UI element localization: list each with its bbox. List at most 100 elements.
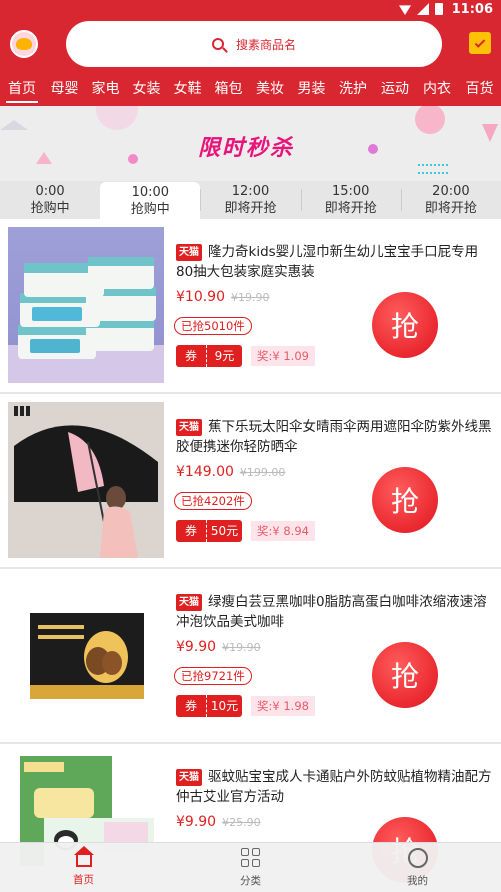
timeslot-status: 即将开抢: [324, 201, 377, 216]
grab-button[interactable]: 抢: [372, 292, 438, 358]
category-tab-general[interactable]: 百货: [458, 70, 501, 106]
signal-icon: [417, 3, 429, 15]
category-tab-underwear[interactable]: 内衣: [416, 70, 458, 106]
decor-dot: [368, 144, 378, 154]
status-bar: 11:06: [0, 0, 501, 20]
product-title: 绿瘦白芸豆黑咖啡0脂肪高蛋白咖啡浓缩液速溶冲泡饮品美式咖啡: [176, 594, 487, 630]
product-card[interactable]: 天猫 蕉下乐玩太阳伞女晴雨伞两用遮阳伞防紫外线黑胶便携迷你轻防晒伞 ¥149.0…: [0, 394, 501, 567]
wifi-icon: [399, 5, 411, 15]
timeslot-time: 15:00: [331, 184, 370, 199]
timeslot-bar: 0:00 抢购中 10:00 抢购中 12:00 即将开抢 15:00 即将开抢…: [0, 181, 501, 219]
sold-count-badge: 已抢5010件: [174, 317, 252, 335]
status-time: 11:06: [451, 2, 493, 17]
product-image[interactable]: [8, 402, 164, 558]
coupon-value: 50元: [206, 520, 242, 542]
tab-label: 分类: [240, 874, 261, 887]
category-tab-womenswear[interactable]: 女装: [126, 70, 167, 106]
product-image[interactable]: [8, 577, 164, 733]
timeslot-time: 0:00: [35, 184, 65, 199]
search-placeholder: 搜素商品名: [235, 37, 296, 52]
timeslot-status: 即将开抢: [424, 201, 477, 216]
category-tab-wash[interactable]: 洗护: [332, 70, 374, 106]
product-card[interactable]: 天猫 绿瘦白芸豆黑咖啡0脂肪高蛋白咖啡浓缩液速溶冲泡饮品美式咖啡 ¥9.90 ¥…: [0, 569, 501, 742]
checkin-calendar-icon[interactable]: [469, 32, 491, 54]
product-price: ¥9.90: [176, 814, 217, 830]
tab-label: 首页: [73, 873, 94, 886]
coupon-tag: 券 50元: [176, 520, 242, 542]
product-title: 隆力奇kids婴儿湿巾新生幼儿宝宝手口屁专用80抽大包装家庭实惠装: [176, 244, 479, 280]
category-nav: 首页 母婴 家电 女装 女鞋 箱包 美妆 男装 洗护 运动 内衣 百货: [0, 70, 501, 106]
coupon-value: 10元: [206, 695, 242, 717]
timeslot-2000[interactable]: 20:00 即将开抢: [400, 181, 501, 219]
decor-circle: [415, 106, 445, 134]
product-title: 驱蚊贴宝宝成人卡通贴户外防蚊贴植物精油配方仲古艾业官方活动: [176, 769, 492, 805]
category-tab-beauty[interactable]: 美妆: [249, 70, 291, 106]
reward-tag: 奖:¥ 8.94: [251, 521, 315, 541]
timeslot-status: 即将开抢: [224, 201, 277, 216]
decor-triangle: [36, 152, 52, 164]
coupon-tag: 券 10元: [176, 695, 242, 717]
tab-mine[interactable]: 我的: [334, 843, 501, 892]
product-price: ¥149.00: [176, 464, 234, 480]
price-row: ¥10.90 ¥19.90: [176, 289, 270, 305]
timeslot-0000[interactable]: 0:00 抢购中: [0, 181, 100, 219]
profile-icon: [407, 847, 428, 868]
category-tab-sports[interactable]: 运动: [374, 70, 416, 106]
sold-count-badge: 已抢4202件: [174, 492, 252, 510]
category-tab-maternal[interactable]: 母婴: [44, 70, 85, 106]
timeslot-time: 12:00: [231, 184, 270, 199]
price-row: ¥9.90 ¥19.90: [176, 639, 261, 655]
price-row: ¥149.00 ¥199.00: [176, 464, 285, 480]
product-price: ¥10.90: [176, 289, 225, 305]
category-tab-appliance[interactable]: 家电: [85, 70, 126, 106]
timeslot-1500[interactable]: 15:00 即将开抢: [300, 181, 401, 219]
decor-circle: [96, 106, 138, 130]
original-price: ¥25.90: [222, 816, 261, 829]
bottom-tab-bar: 首页 分类 我的: [0, 842, 501, 892]
tab-category[interactable]: 分类: [167, 843, 334, 892]
timeslot-status: 抢购中: [30, 201, 70, 216]
search-bar[interactable]: 搜素商品名: [66, 21, 442, 67]
grab-button[interactable]: 抢: [372, 467, 438, 533]
timeslot-time: 20:00: [432, 184, 470, 199]
coupon-label: 券: [176, 695, 206, 717]
product-price: ¥9.90: [176, 639, 217, 655]
category-tab-bags[interactable]: 箱包: [208, 70, 249, 106]
home-icon: [73, 845, 94, 867]
category-tab-home[interactable]: 首页: [0, 70, 44, 106]
decor-wave: [418, 164, 448, 174]
coupon-tag: 券 9元: [176, 345, 242, 367]
timeslot-1000[interactable]: 10:00 抢购中: [100, 182, 201, 219]
original-price: ¥19.90: [222, 641, 261, 654]
decor-triangle: [0, 120, 28, 130]
sold-count-badge: 已抢9721件: [174, 667, 252, 685]
timeslot-time: 10:00: [131, 184, 170, 200]
product-image[interactable]: [8, 227, 164, 383]
flash-sale-title: 限时秒杀: [198, 136, 295, 161]
header: 搜素商品名: [0, 20, 501, 70]
decor-dot: [128, 154, 138, 164]
app-logo-icon[interactable]: [10, 30, 38, 58]
tab-home[interactable]: 首页: [0, 843, 167, 892]
flash-sale-banner: 限时秒杀: [0, 106, 501, 181]
battery-icon: [435, 3, 443, 15]
grid-icon: [240, 847, 261, 868]
category-tab-menswear[interactable]: 男装: [291, 70, 332, 106]
original-price: ¥19.90: [231, 291, 270, 304]
original-price: ¥199.00: [239, 466, 286, 479]
coupon-label: 券: [176, 520, 206, 542]
price-row: ¥9.90 ¥25.90: [176, 814, 261, 830]
tab-label: 我的: [407, 874, 428, 887]
product-title: 蕉下乐玩太阳伞女晴雨伞两用遮阳伞防紫外线黑胶便携迷你轻防晒伞: [176, 419, 492, 455]
grab-button[interactable]: 抢: [372, 642, 438, 708]
coupon-value: 9元: [206, 345, 242, 367]
product-card[interactable]: 天猫 隆力奇kids婴儿湿巾新生幼儿宝宝手口屁专用80抽大包装家庭实惠装 ¥10…: [0, 219, 501, 392]
reward-tag: 奖:¥ 1.98: [251, 696, 315, 716]
category-tab-womenshoes[interactable]: 女鞋: [167, 70, 208, 106]
decor-triangle: [482, 124, 498, 142]
timeslot-1200[interactable]: 12:00 即将开抢: [200, 181, 300, 219]
search-icon: [211, 38, 224, 50]
timeslot-status: 抢购中: [130, 201, 170, 217]
coupon-label: 券: [176, 345, 206, 367]
reward-tag: 奖:¥ 1.09: [251, 346, 315, 366]
